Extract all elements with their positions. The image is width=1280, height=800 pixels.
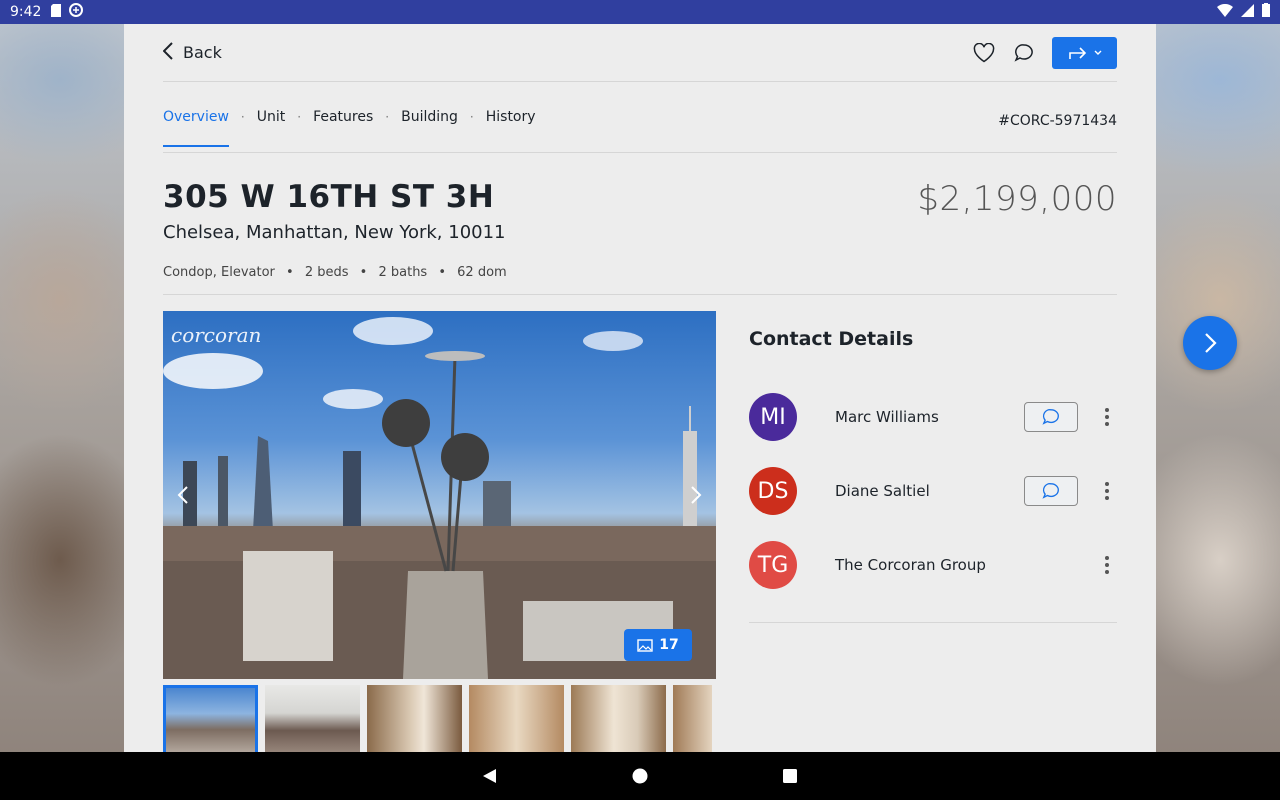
avatar: MI [749, 393, 797, 441]
status-bar: 9:42 [0, 0, 1280, 24]
circle-home-icon [632, 768, 648, 784]
photo-count: 17 [659, 637, 679, 653]
tab-building[interactable]: Building [401, 101, 458, 133]
nav-back-button[interactable] [480, 766, 500, 786]
more-options-button[interactable] [1097, 405, 1117, 429]
triangle-back-icon [483, 769, 496, 783]
wifi-icon [1217, 3, 1233, 21]
thumbnail-strip [163, 685, 712, 752]
tab-overview[interactable]: Overview [163, 101, 229, 147]
title-block: 305 W 16TH ST 3H Chelsea, Manhattan, New… [163, 153, 1117, 295]
tab-separator: · [385, 110, 390, 124]
share-button[interactable] [1052, 36, 1117, 69]
skyline-illustration [163, 317, 716, 679]
back-label: Back [183, 43, 222, 62]
contact-title: Contact Details [749, 328, 914, 350]
avatar: DS [749, 467, 797, 515]
chevron-left-icon [177, 486, 188, 504]
thumbnail[interactable] [571, 685, 666, 752]
tab-separator: · [240, 110, 245, 124]
thumbnail[interactable] [163, 685, 258, 752]
back-button[interactable]: Back [162, 41, 222, 64]
tab-unit[interactable]: Unit [257, 101, 286, 133]
contacts-list: MI Marc Williams DS Diane Saltiel TG The… [749, 380, 1117, 623]
photo-next-button[interactable] [686, 481, 706, 509]
status-time: 9:42 [10, 4, 42, 20]
contact-row: DS Diane Saltiel [749, 454, 1117, 528]
image-icon [637, 638, 653, 652]
thumbnail[interactable] [469, 685, 564, 752]
battery-icon [1262, 3, 1270, 21]
nav-home-button[interactable] [630, 766, 650, 786]
listing-beds: 2 beds [304, 265, 349, 280]
tab-separator: · [469, 110, 474, 124]
next-listing-button[interactable] [1183, 316, 1237, 370]
chevron-down-icon [1094, 50, 1101, 55]
more-options-button[interactable] [1097, 553, 1117, 577]
listing-card: Back Overview · Unit · Features · Buildi… [124, 24, 1156, 752]
listing-price: $2,199,000 [917, 179, 1117, 219]
thumbnail[interactable] [367, 685, 462, 752]
listing-address: 305 W 16TH ST 3H [163, 179, 495, 215]
tabs-row: Overview · Unit · Features · Building · … [163, 82, 1117, 153]
contact-row: TG The Corcoran Group [749, 528, 1117, 602]
avatar: TG [749, 541, 797, 589]
android-nav-bar [0, 752, 1280, 800]
tab-history[interactable]: History [486, 101, 536, 133]
chat-bubble-icon [1014, 43, 1033, 62]
thumbnail[interactable] [265, 685, 360, 752]
square-recents-icon [783, 769, 797, 783]
tab-features[interactable]: Features [313, 101, 373, 133]
sync-icon [69, 3, 84, 21]
sd-card-icon [51, 3, 62, 21]
signal-icon [1241, 3, 1254, 21]
contact-name[interactable]: Diane Saltiel [835, 482, 1024, 500]
corcoran-watermark: corcoran [171, 323, 262, 347]
listing-meta: Condop, Elevator • 2 beds • 2 baths • 62… [163, 265, 507, 280]
chevron-left-icon [162, 41, 173, 64]
chevron-right-icon [691, 486, 702, 504]
chat-button[interactable] [1012, 41, 1036, 65]
share-arrow-icon [1068, 46, 1086, 59]
message-contact-button[interactable] [1024, 402, 1078, 432]
contact-details: Contact Details MI Marc Williams DS Dian… [749, 311, 1117, 623]
tabs: Overview · Unit · Features · Building · … [163, 101, 536, 147]
chevron-right-icon [1205, 333, 1217, 353]
tab-separator: · [297, 110, 302, 124]
more-vert-icon [1105, 408, 1109, 426]
nav-recents-button[interactable] [780, 766, 800, 786]
thumbnail[interactable] [673, 685, 712, 752]
listing-dom: 62 dom [457, 265, 507, 280]
listing-neighborhood: Chelsea, Manhattan, New York, 10011 [163, 222, 506, 243]
contact-row: MI Marc Williams [749, 380, 1117, 454]
listing-baths: 2 baths [378, 265, 428, 280]
heart-icon [973, 42, 995, 62]
chat-bubble-icon [1042, 483, 1059, 499]
chat-bubble-icon [1042, 409, 1059, 425]
main-photo[interactable]: corcoran 17 [163, 311, 716, 679]
listing-id: #CORC-5971434 [998, 113, 1117, 129]
contact-name[interactable]: The Corcoran Group [835, 556, 1078, 574]
more-vert-icon [1105, 482, 1109, 500]
listing-type: Condop, Elevator [163, 265, 275, 280]
favorite-button[interactable] [972, 41, 996, 65]
more-vert-icon [1105, 556, 1109, 574]
photo-count-button[interactable]: 17 [624, 629, 692, 661]
top-bar: Back [162, 24, 1117, 82]
message-contact-button[interactable] [1024, 476, 1078, 506]
photo-prev-button[interactable] [173, 481, 193, 509]
more-options-button[interactable] [1097, 479, 1117, 503]
contact-name[interactable]: Marc Williams [835, 408, 1024, 426]
